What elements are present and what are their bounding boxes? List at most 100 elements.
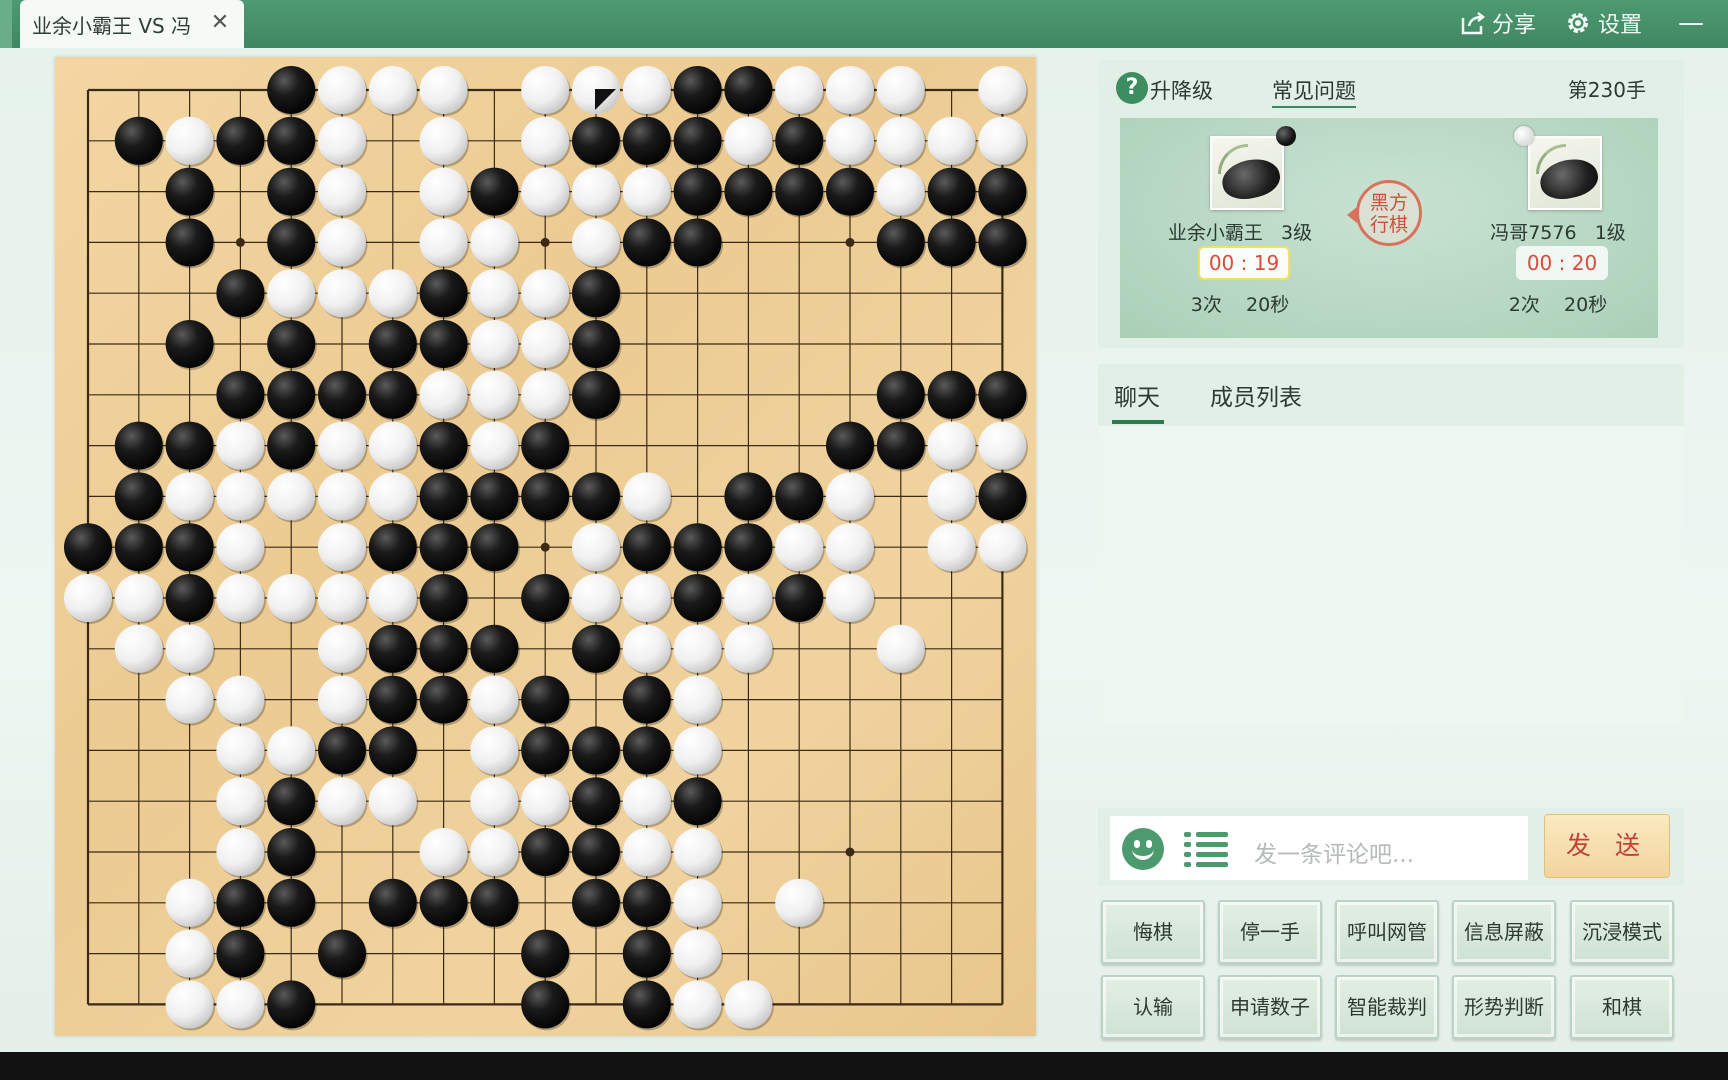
title-bar: 业余小霸王 VS 冯 ✕ 分享 设置 —	[0, 0, 1728, 48]
white-stone	[470, 828, 519, 876]
close-icon[interactable]: ✕	[208, 11, 232, 35]
settings-button[interactable]: 设置	[1564, 6, 1642, 40]
black-stone	[724, 523, 773, 572]
immersive-mode-button[interactable]: 沉浸模式	[1570, 900, 1674, 964]
white-stone	[114, 574, 163, 622]
black-stone	[368, 675, 417, 724]
pass-button[interactable]: 停一手	[1218, 900, 1322, 964]
share-label: 分享	[1492, 13, 1537, 38]
go-board-grid[interactable]	[55, 57, 1036, 1036]
white-stone	[775, 66, 824, 114]
white-stone	[826, 116, 874, 165]
white-stone	[876, 167, 925, 216]
undo-button[interactable]: 悔棋	[1101, 900, 1205, 964]
white-stone	[775, 878, 824, 927]
help-icon[interactable]: ?	[1116, 72, 1148, 104]
white-stone	[216, 980, 265, 1029]
white-stone	[622, 472, 671, 521]
white-stone	[927, 116, 976, 165]
white-stone	[775, 523, 824, 572]
black-stone	[267, 320, 316, 368]
black-stone	[318, 726, 366, 775]
white-stone	[826, 66, 874, 114]
game-tab-label: 业余小霸王 VS 冯	[32, 13, 192, 38]
white-stone	[673, 624, 722, 673]
level-rules-link[interactable]: 升降级	[1150, 75, 1213, 105]
black-stone	[368, 523, 417, 572]
white-stone	[978, 66, 1027, 114]
white-stone	[521, 269, 570, 318]
white-stone	[470, 421, 519, 470]
white-stone	[114, 624, 163, 673]
white-stone	[368, 421, 417, 470]
ai-judge-button[interactable]: 智能裁判	[1335, 975, 1439, 1039]
white-stone	[572, 574, 620, 622]
black-stone	[572, 828, 620, 876]
game-tab[interactable]: 业余小霸王 VS 冯 ✕	[20, 0, 244, 48]
black-stone	[419, 624, 468, 673]
black-stone	[826, 421, 874, 470]
comment-input[interactable]: 发一条评论吧...	[1110, 816, 1528, 880]
black-stone	[470, 472, 519, 521]
white-stone	[572, 218, 620, 267]
black-stone	[419, 574, 468, 622]
white-stone	[318, 472, 366, 521]
white-stone	[318, 675, 366, 724]
white-stone	[318, 574, 366, 622]
black-stone	[267, 777, 316, 826]
black-stone	[673, 777, 722, 826]
white-stone	[216, 574, 265, 622]
tab-chat[interactable]: 聊天	[1112, 378, 1164, 424]
star-point	[540, 542, 550, 552]
black-stone	[318, 370, 366, 419]
go-board[interactable]	[55, 57, 1036, 1036]
share-icon	[1461, 12, 1486, 35]
request-count-button[interactable]: 申请数子	[1218, 975, 1322, 1039]
white-stone	[419, 116, 468, 165]
share-button[interactable]: 分享	[1460, 6, 1536, 40]
resign-button[interactable]: 认输	[1101, 975, 1205, 1039]
white-stone	[521, 777, 570, 826]
emoji-icon[interactable]	[1122, 828, 1164, 870]
white-stone	[318, 269, 366, 318]
black-stone	[521, 929, 570, 978]
black-stone	[267, 218, 316, 267]
white-player-avatar[interactable]	[1528, 136, 1602, 210]
black-player-avatar[interactable]	[1210, 136, 1284, 210]
black-stone	[470, 523, 519, 572]
faq-link[interactable]: 常见问题	[1272, 75, 1356, 108]
black-stone	[114, 421, 163, 470]
call-admin-button[interactable]: 呼叫网管	[1335, 900, 1439, 964]
white-stone	[470, 370, 519, 419]
position-judgement-button[interactable]: 形势判断	[1452, 975, 1556, 1039]
send-button[interactable]: 发 送	[1544, 814, 1670, 878]
move-count: 第230手	[1567, 78, 1646, 102]
black-stone	[521, 675, 570, 724]
black-stone	[724, 472, 773, 521]
title-bar-edge	[0, 0, 12, 48]
black-stone	[368, 624, 417, 673]
black-player-card: 业余小霸王 3级 00 : 19 3次 20秒	[1140, 118, 1340, 338]
white-stone	[724, 624, 773, 673]
white-stone	[419, 218, 468, 267]
black-stone	[419, 269, 468, 318]
white-stone-icon	[1514, 126, 1534, 146]
white-stone	[165, 980, 214, 1029]
block-info-button[interactable]: 信息屏蔽	[1452, 900, 1556, 964]
white-stone	[876, 66, 925, 114]
black-stone	[267, 167, 316, 216]
black-stone	[572, 726, 620, 775]
white-player-name: 冯哥7576 1级	[1490, 222, 1626, 244]
black-stone	[165, 421, 214, 470]
white-stone	[318, 624, 366, 673]
tab-member-list[interactable]: 成员列表	[1210, 378, 1302, 412]
black-stone	[572, 269, 620, 318]
draw-button[interactable]: 和棋	[1570, 975, 1674, 1039]
black-stone	[165, 218, 214, 267]
white-stone	[927, 472, 976, 521]
quick-phrases-icon[interactable]	[1184, 830, 1228, 868]
white-stone	[216, 828, 265, 876]
white-stone	[419, 828, 468, 876]
minimize-button[interactable]: —	[1678, 8, 1704, 38]
white-stone	[368, 269, 417, 318]
